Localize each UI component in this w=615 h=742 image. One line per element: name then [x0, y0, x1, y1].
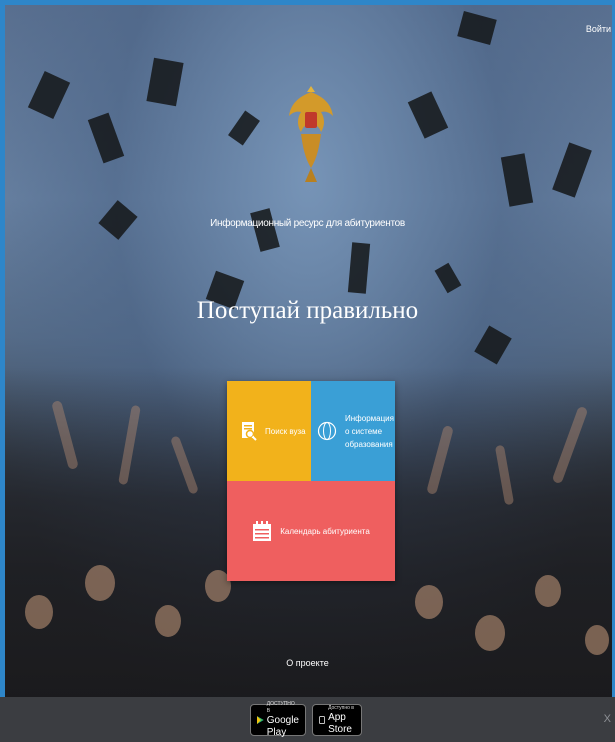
close-icon[interactable]: X: [604, 713, 611, 725]
tile-university-search[interactable]: Поиск вуза: [227, 381, 311, 481]
calendar-icon: [253, 521, 272, 541]
tile-applicant-calendar[interactable]: Календарь абитуриента: [227, 481, 395, 581]
tile-label: Поиск вуза: [265, 426, 306, 436]
apple-icon: [319, 715, 325, 725]
about-project-link[interactable]: О проекте: [0, 658, 615, 668]
globe-icon: [317, 421, 337, 441]
tiles-grid: Поиск вуза Информация о системе образова…: [227, 381, 395, 581]
hero-subtitle: Информационный ресурс для абитуриентов: [210, 218, 405, 229]
coat-of-arms-emblem: [289, 86, 333, 182]
tile-education-system-info[interactable]: Информация о системе образования: [311, 381, 395, 481]
google-play-icon: [257, 716, 264, 724]
document-search-icon: [242, 422, 257, 441]
app-store-badge[interactable]: Доступно в App Store: [312, 704, 362, 736]
hero-title: Поступай правильно: [196, 297, 419, 324]
tile-label: Информация о системе образования: [345, 413, 394, 449]
footer-bar: ДОСТУПНО В Google Play Доступно в App St…: [0, 697, 615, 742]
tile-label: Календарь абитуриента: [280, 526, 370, 536]
login-link[interactable]: Войти: [586, 24, 611, 34]
google-play-badge[interactable]: ДОСТУПНО В Google Play: [250, 701, 306, 738]
